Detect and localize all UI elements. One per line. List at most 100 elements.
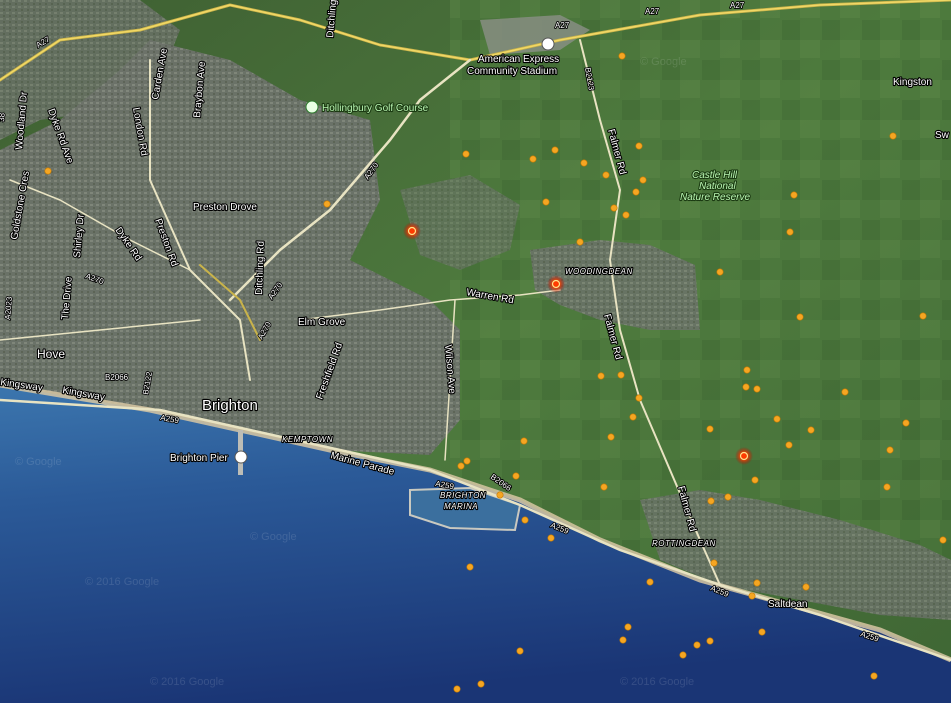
map-marker[interactable]: [607, 433, 615, 441]
poi-castle-hill-line2: National: [699, 181, 736, 192]
map-marker[interactable]: [679, 651, 687, 659]
svg-text:© Google: © Google: [640, 56, 687, 68]
map-marker[interactable]: [724, 493, 732, 501]
road-a27-3: A27: [645, 7, 660, 16]
svg-text:© Google: © Google: [250, 531, 297, 543]
map-marker[interactable]: [463, 457, 471, 465]
map-marker[interactable]: [646, 578, 654, 586]
map-marker[interactable]: [618, 52, 626, 60]
pier-icon: [234, 450, 248, 464]
hotspot-marker[interactable]: [735, 447, 753, 465]
place-kemptown: KEMPTOWN: [282, 435, 333, 444]
map-marker[interactable]: [790, 191, 798, 199]
road-a27-2: A27: [555, 21, 570, 30]
map-marker[interactable]: [751, 476, 759, 484]
map-marker[interactable]: [785, 441, 793, 449]
hotspot-marker[interactable]: [547, 275, 565, 293]
map-marker[interactable]: [939, 536, 947, 544]
map-marker[interactable]: [516, 647, 524, 655]
map-marker[interactable]: [693, 641, 701, 649]
poi-golf-course: Hollingbury Golf Course: [322, 103, 429, 114]
map-marker[interactable]: [902, 419, 910, 427]
road-38: 38: [0, 112, 7, 122]
map-marker[interactable]: [919, 312, 927, 320]
map-marker[interactable]: [743, 366, 751, 374]
poi-castle-hill-line1: Castle Hill: [692, 170, 738, 181]
map-marker[interactable]: [758, 628, 766, 636]
map-marker[interactable]: [602, 171, 610, 179]
place-sw: Sw: [935, 130, 950, 141]
map-marker[interactable]: [786, 228, 794, 236]
map-marker[interactable]: [529, 155, 537, 163]
map-marker[interactable]: [521, 516, 529, 524]
map-marker[interactable]: [710, 559, 718, 567]
map-marker[interactable]: [883, 483, 891, 491]
svg-text:© 2016 Google: © 2016 Google: [620, 676, 694, 688]
map-marker[interactable]: [889, 132, 897, 140]
poi-castle-hill-line3: Nature Reserve: [680, 192, 750, 203]
map-marker[interactable]: [841, 388, 849, 396]
map-marker[interactable]: [629, 413, 637, 421]
map-marker[interactable]: [742, 383, 750, 391]
road-ditchling-rd: Ditchling Rd: [254, 241, 267, 295]
map-marker[interactable]: [600, 483, 608, 491]
place-rottingdean: ROTTINGDEAN: [652, 539, 716, 548]
road-a27-4: A27: [730, 1, 745, 10]
map-marker[interactable]: [706, 637, 714, 645]
svg-text:© Google: © Google: [15, 456, 62, 468]
map-marker[interactable]: [610, 204, 618, 212]
map-marker[interactable]: [551, 146, 559, 154]
map-marker[interactable]: [466, 563, 474, 571]
map-marker[interactable]: [886, 446, 894, 454]
map-marker[interactable]: [748, 592, 756, 600]
map-marker[interactable]: [617, 371, 625, 379]
map-marker[interactable]: [323, 200, 331, 208]
map-marker[interactable]: [635, 142, 643, 150]
map-marker[interactable]: [624, 623, 632, 631]
poi-stadium-line2: Community Stadium: [467, 66, 557, 77]
map-marker[interactable]: [870, 672, 878, 680]
fields-area: [450, 0, 951, 560]
map-marker[interactable]: [639, 176, 647, 184]
map-marker[interactable]: [753, 579, 761, 587]
map-marker[interactable]: [707, 497, 715, 505]
map-marker[interactable]: [802, 583, 810, 591]
map-marker[interactable]: [462, 150, 470, 158]
road-elm-grove: Elm Grove: [298, 317, 346, 328]
svg-text:© 2016 Google: © 2016 Google: [150, 676, 224, 688]
map-marker[interactable]: [457, 462, 465, 470]
map-marker[interactable]: [619, 636, 627, 644]
hotspot-marker[interactable]: [403, 222, 421, 240]
map-marker[interactable]: [597, 372, 605, 380]
satellite-map[interactable]: © Google © 2016 Google © 2016 Google © 2…: [0, 0, 951, 703]
place-saltdean: Saltdean: [768, 599, 807, 610]
place-brighton: Brighton: [202, 397, 258, 414]
map-marker[interactable]: [477, 680, 485, 688]
map-marker[interactable]: [496, 491, 504, 499]
map-marker[interactable]: [706, 425, 714, 433]
map-marker[interactable]: [512, 472, 520, 480]
map-marker[interactable]: [773, 415, 781, 423]
map-marker[interactable]: [716, 268, 724, 276]
map-marker[interactable]: [622, 211, 630, 219]
svg-text:© 2016 Google: © 2016 Google: [85, 576, 159, 588]
map-marker[interactable]: [580, 159, 588, 167]
map-marker[interactable]: [632, 188, 640, 196]
map-marker[interactable]: [44, 167, 52, 175]
map-marker[interactable]: [753, 385, 761, 393]
place-woodingdean: WOODINGDEAN: [565, 267, 633, 276]
stadium-icon: [541, 37, 555, 51]
poi-brighton-pier: Brighton Pier: [170, 453, 228, 464]
map-marker[interactable]: [547, 534, 555, 542]
map-marker[interactable]: [453, 685, 461, 693]
place-kingston: Kingston: [893, 77, 932, 88]
map-marker[interactable]: [520, 437, 528, 445]
poi-stadium-line1: American Express: [478, 54, 559, 65]
map-marker[interactable]: [796, 313, 804, 321]
road-b2066-1: B2066: [105, 373, 129, 382]
map-marker[interactable]: [635, 394, 643, 402]
map-marker[interactable]: [542, 198, 550, 206]
map-marker[interactable]: [576, 238, 584, 246]
map-marker[interactable]: [807, 426, 815, 434]
poi-marina-line1: BRIGHTON: [440, 491, 486, 500]
